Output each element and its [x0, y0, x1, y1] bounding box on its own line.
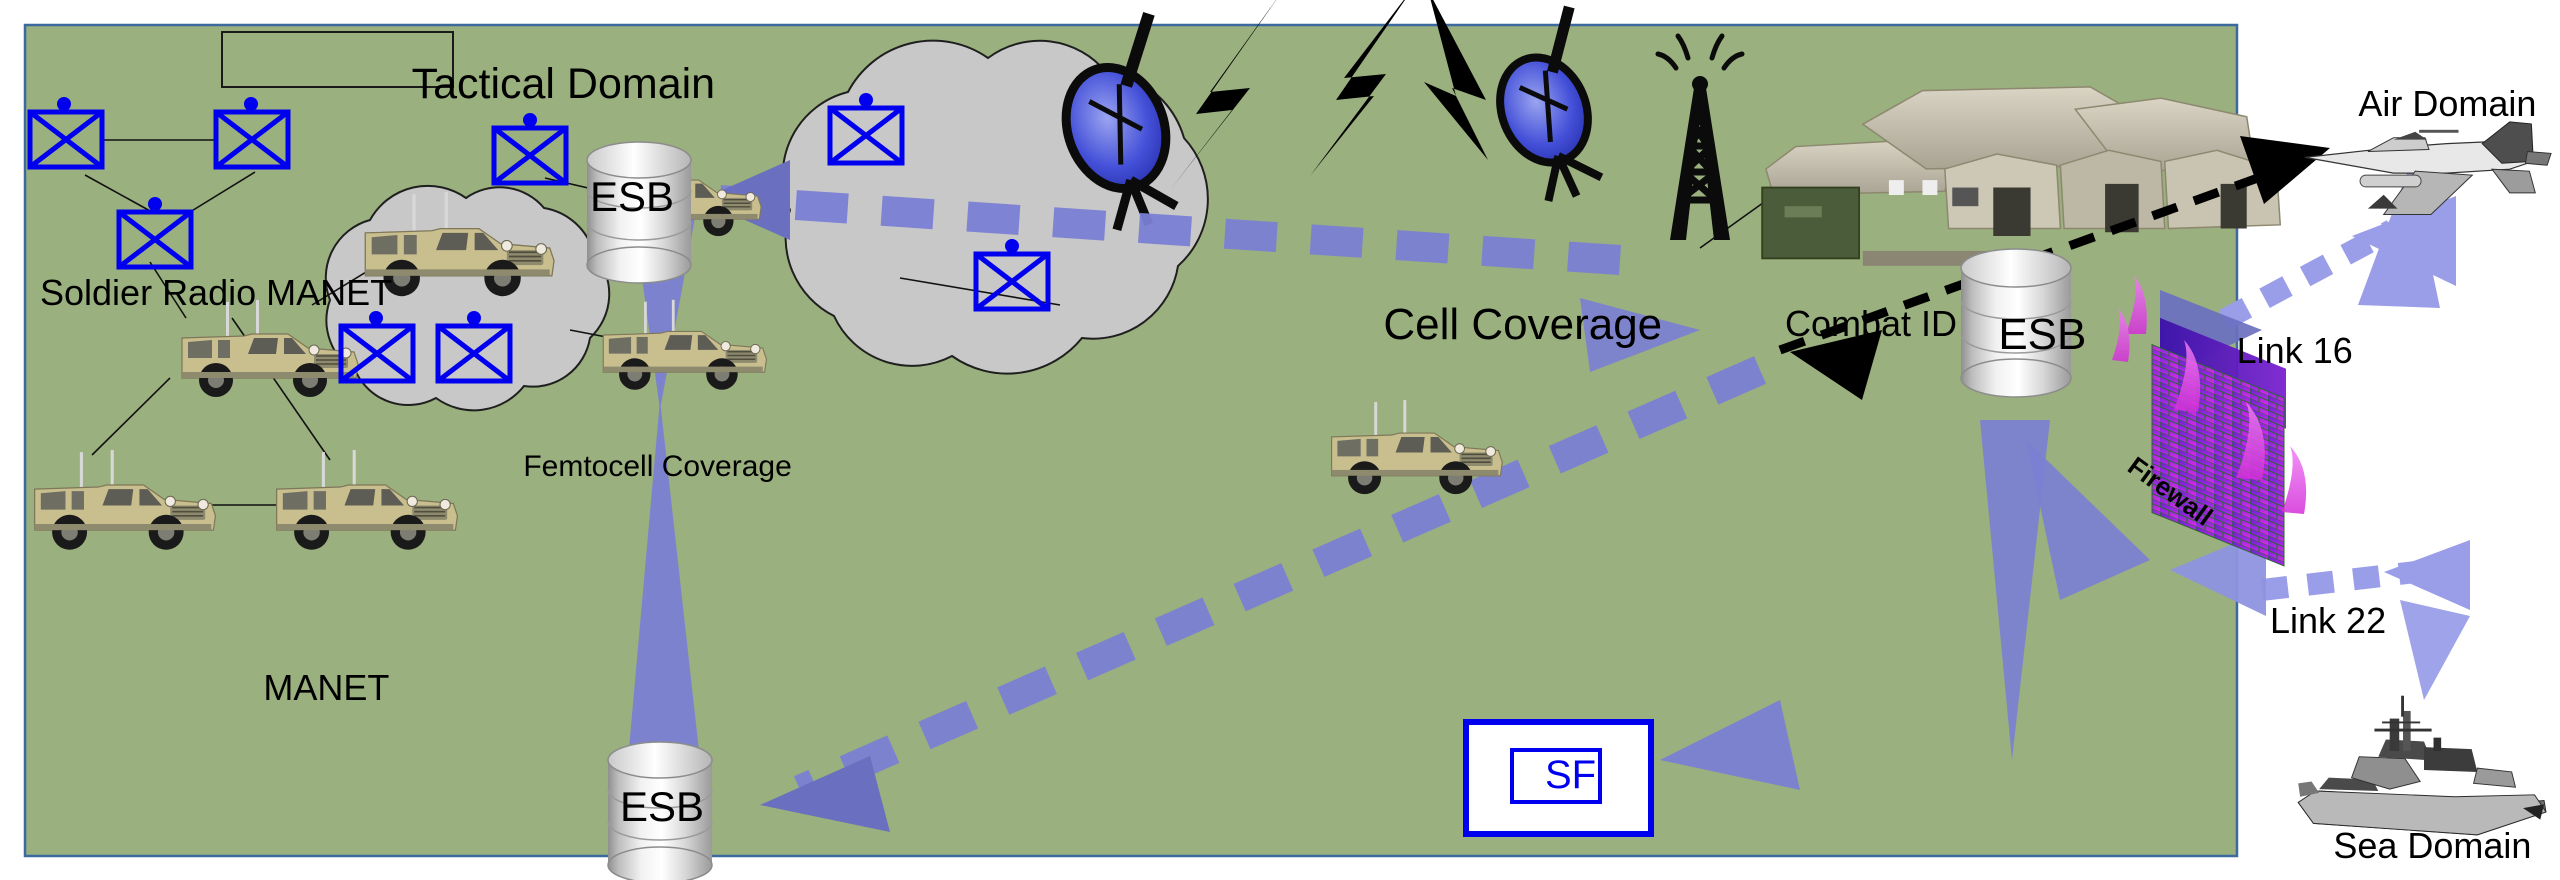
sf-label: SF: [1545, 753, 1597, 798]
warship-icon: [2296, 694, 2548, 837]
diagram-svg: Firewall: [23, 0, 2552, 880]
femtocell-coverage-label: Femtocell Coverage: [523, 450, 792, 483]
esb-label: ESB: [620, 783, 705, 831]
manet-label: MANET: [263, 666, 390, 708]
link-16-label: Link 16: [2236, 330, 2353, 371]
diagram-canvas: Firewall Tactical Domain Soldier Radio M…: [0, 0, 2560, 880]
sea-domain-label: Sea Domain: [2333, 825, 2532, 866]
esb-label: ESB: [590, 173, 675, 221]
page-title: Tactical Domain: [411, 60, 716, 108]
fighter-jet-icon: [2304, 121, 2552, 216]
link-22-label: Link 22: [2270, 600, 2387, 641]
esb-label: ESB: [1998, 310, 2087, 359]
cell-coverage-label: Cell Coverage: [1383, 300, 1663, 349]
soldier-radio-manet-label: Soldier Radio MANET: [40, 271, 393, 313]
air-domain-label: Air Domain: [2358, 83, 2537, 125]
combat-id-label: Combat ID: [1785, 303, 1958, 345]
